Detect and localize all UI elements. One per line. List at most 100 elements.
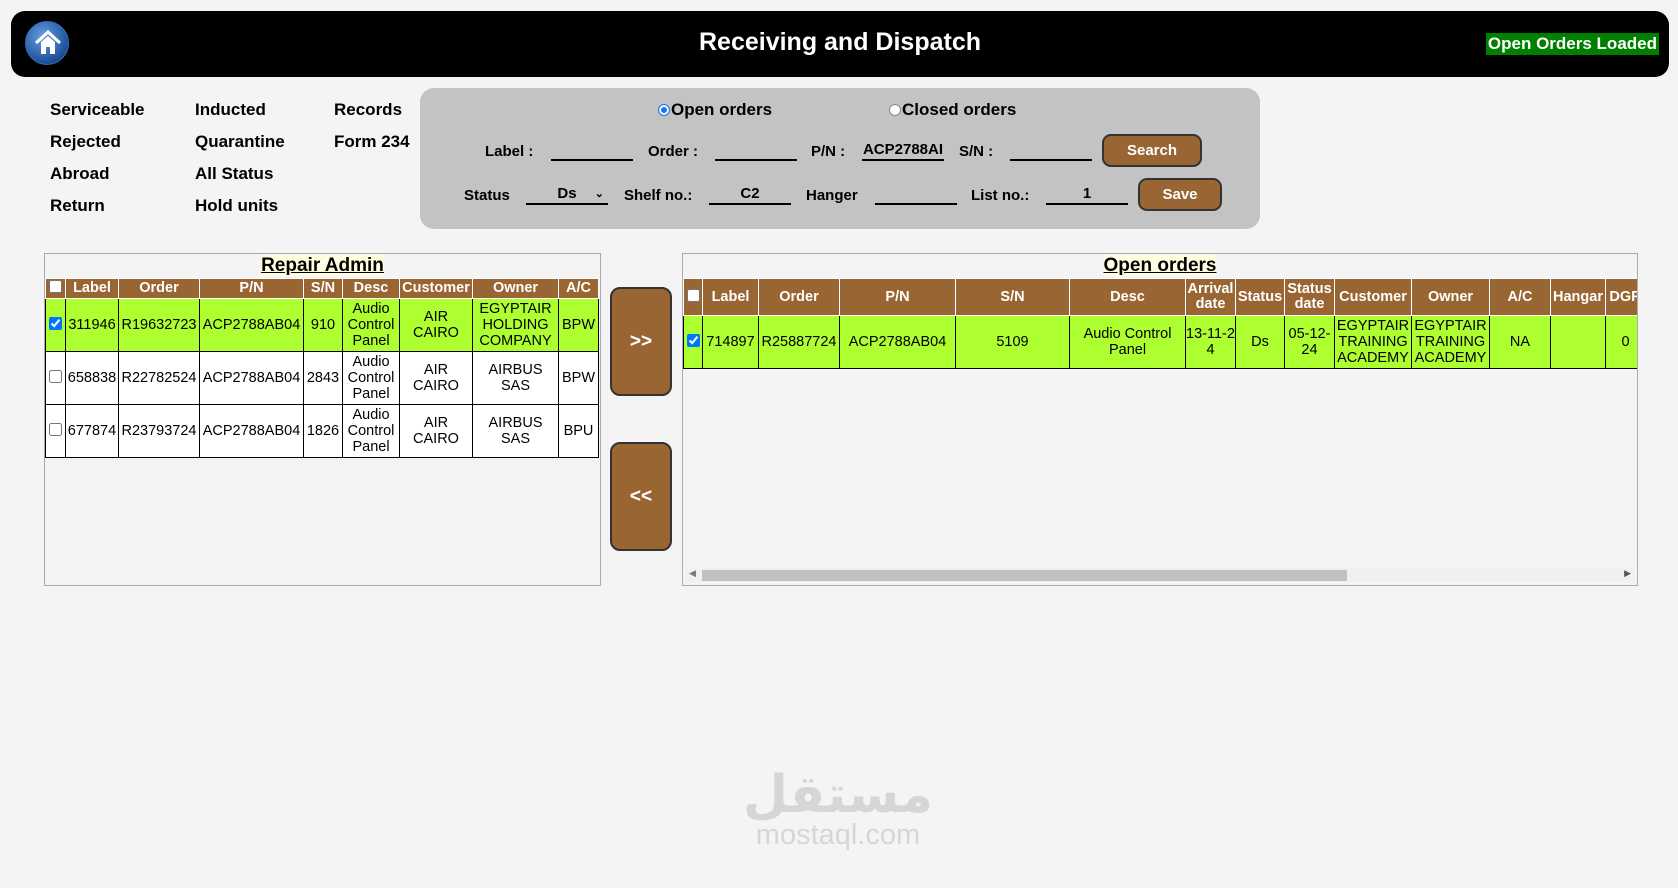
nav-link-abroad[interactable]: Abroad <box>50 164 110 184</box>
table-cell: AIR CAIRO <box>399 404 473 458</box>
select-all-cell <box>683 278 703 316</box>
table-cell: 714897 <box>702 315 759 369</box>
scroll-right-icon[interactable]: ▶ <box>1624 568 1631 579</box>
table-cell: 910 <box>303 298 343 352</box>
repair-admin-title: Repair Admin <box>261 255 384 276</box>
status-badge: Open Orders Loaded <box>1485 33 1659 55</box>
column-header[interactable]: A/C <box>1489 278 1551 316</box>
column-header[interactable]: Owner <box>1411 278 1490 316</box>
table-header-row: Label Order P/N S/N Desc Customer Owner A/C <box>45 278 599 299</box>
chevron-down-icon: ⌄ <box>594 188 604 200</box>
sn-input[interactable] <box>1010 139 1092 161</box>
move-right-button[interactable]: >> <box>610 287 672 396</box>
nav-link-rejected[interactable]: Rejected <box>50 132 121 152</box>
order-input[interactable] <box>715 139 797 161</box>
table-cell: EGYPTAIR HOLDING COMPANY <box>472 298 559 352</box>
table-cell: 311946 <box>65 298 119 352</box>
column-header[interactable]: DGR <box>1605 278 1637 316</box>
move-left-button[interactable]: << <box>610 442 672 551</box>
table-cell: Audio Control Panel <box>1069 315 1186 369</box>
column-header[interactable]: P/N <box>839 278 956 316</box>
open-orders-table: Label Order P/N S/N Desc Arrival date Status St… <box>683 278 1637 369</box>
shelf-input[interactable] <box>709 183 791 205</box>
radio-icon[interactable] <box>658 104 670 116</box>
label-input[interactable] <box>551 139 633 161</box>
table-row[interactable]: 658838 R22782524 ACP2788AB04 2843 Audio Cont… <box>45 351 599 405</box>
row-checkbox[interactable] <box>49 316 62 330</box>
open-orders-title: Open orders <box>1103 255 1217 276</box>
pn-input[interactable] <box>862 139 944 161</box>
table-row[interactable]: 714897 R25887724 ACP2788AB04 5109 Audio Cont… <box>683 315 1637 369</box>
table-cell: R23793724 <box>118 404 200 458</box>
table-cell: Ds <box>1235 315 1285 369</box>
column-header[interactable]: Order <box>118 278 200 299</box>
table-cell: 13-11-24 <box>1185 315 1236 369</box>
filter-panel: Open orders Closed orders Label : Order … <box>420 88 1260 229</box>
nav-link-hold-units[interactable]: Hold units <box>195 196 278 216</box>
repair-admin-panel: Repair Admin Label Order P/N S/N Desc Custome… <box>44 253 601 586</box>
column-header[interactable]: Customer <box>1334 278 1412 316</box>
table-row[interactable]: 311946 R19632723 ACP2788AB04 910 Audio Contr… <box>45 298 599 352</box>
sn-field-label: S/N : <box>959 143 994 160</box>
nav-link-quarantine[interactable]: Quarantine <box>195 132 285 152</box>
save-button[interactable]: Save <box>1138 178 1222 211</box>
column-header[interactable]: S/N <box>303 278 343 299</box>
nav-link-records[interactable]: Records <box>334 100 402 120</box>
column-header[interactable]: Order <box>758 278 840 316</box>
row-checkbox[interactable] <box>49 369 62 383</box>
table-cell: EGYPTAIR TRAINING ACADEMY <box>1411 315 1490 369</box>
radio-open-orders[interactable]: Open orders <box>658 100 772 120</box>
pn-field-label: P/N : <box>811 143 846 160</box>
shelf-field-label: Shelf no.: <box>624 187 693 204</box>
row-checkbox[interactable] <box>686 333 700 347</box>
nav-link-all-status[interactable]: All Status <box>195 164 273 184</box>
column-header[interactable]: Owner <box>472 278 559 299</box>
column-header[interactable]: Desc <box>1069 278 1186 316</box>
table-cell: 1826 <box>303 404 343 458</box>
table-cell: 05-12-24 <box>1284 315 1335 369</box>
column-header[interactable]: Status date <box>1284 278 1335 316</box>
table-cell: Audio Control Panel <box>342 298 400 352</box>
column-header[interactable]: Customer <box>399 278 473 299</box>
table-cell: AIR CAIRO <box>399 298 473 352</box>
table-row[interactable]: 677874 R23793724 ACP2788AB04 1826 Audio Cont… <box>45 404 599 458</box>
table-cell: 658838 <box>65 351 119 405</box>
column-header[interactable]: Label <box>65 278 119 299</box>
radio-closed-orders[interactable]: Closed orders <box>889 100 1016 120</box>
column-header[interactable]: Desc <box>342 278 400 299</box>
column-header[interactable]: S/N <box>955 278 1070 316</box>
row-checkbox[interactable] <box>49 422 62 436</box>
table-cell: R19632723 <box>118 298 200 352</box>
row-select-cell <box>45 404 66 458</box>
radio-label: Open orders <box>671 100 773 119</box>
row-select-cell <box>45 351 66 405</box>
table-cell: AIRBUS SAS <box>472 351 559 405</box>
search-button[interactable]: Search <box>1102 134 1202 167</box>
column-header[interactable]: Label <box>702 278 759 316</box>
scrollbar-thumb[interactable] <box>702 570 1347 581</box>
table-cell: BPU <box>558 404 599 458</box>
hanger-field-label: Hanger <box>806 187 858 204</box>
nav-link-form-234[interactable]: Form 234 <box>334 132 410 152</box>
table-cell: ACP2788AB04 <box>199 351 304 405</box>
column-header[interactable]: Status <box>1235 278 1285 316</box>
column-header[interactable]: A/C <box>558 278 599 299</box>
status-select[interactable]: Ds ⌄ <box>526 183 608 205</box>
select-all-checkbox[interactable] <box>49 280 62 293</box>
select-all-checkbox[interactable] <box>686 288 700 302</box>
table-cell: ACP2788AB04 <box>839 315 956 369</box>
nav-link-serviceable[interactable]: Serviceable <box>50 100 145 120</box>
nav-link-inducted[interactable]: Inducted <box>195 100 266 120</box>
column-header[interactable]: P/N <box>199 278 304 299</box>
list-input[interactable] <box>1046 183 1128 205</box>
hanger-input[interactable] <box>875 183 957 205</box>
table-cell: ACP2788AB04 <box>199 298 304 352</box>
scroll-left-icon[interactable]: ◀ <box>689 568 696 579</box>
list-field-label: List no.: <box>971 187 1030 204</box>
column-header[interactable]: Arrival date <box>1185 278 1236 316</box>
table-header-row: Label Order P/N S/N Desc Arrival date Status St… <box>683 278 1637 316</box>
nav-link-return[interactable]: Return <box>50 196 105 216</box>
radio-icon[interactable] <box>889 104 901 116</box>
column-header[interactable]: Hangar <box>1550 278 1606 316</box>
horizontal-scrollbar[interactable]: ◀ ▶ <box>685 568 1635 582</box>
